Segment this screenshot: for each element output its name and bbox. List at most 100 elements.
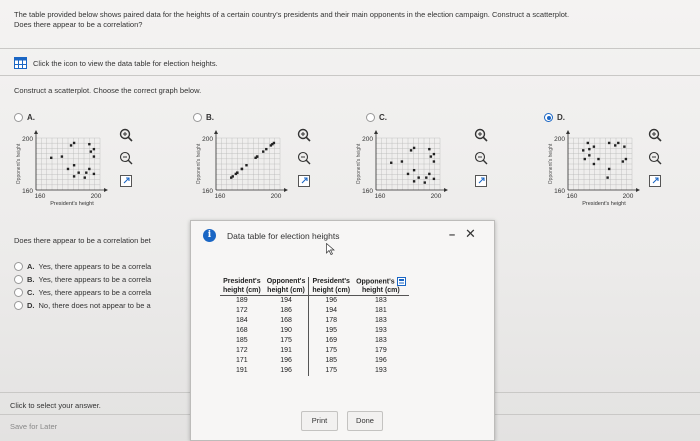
data-point [583, 157, 586, 161]
data-point [72, 175, 76, 178]
data-point [85, 171, 88, 174]
y-tick-label: 200 [202, 136, 213, 143]
x-axis-label: President's height [582, 201, 626, 207]
table-cell: 175 [263, 336, 310, 347]
graph-option-c[interactable]: C. [366, 113, 387, 122]
scatterplot-b: 200 160 160 200 Opponent's height [188, 128, 298, 216]
data-point [400, 160, 404, 163]
answer-option-c[interactable]: C. Yes, there appears to be a correla [14, 288, 199, 297]
option-letter: B. [206, 113, 214, 122]
data-point [69, 144, 73, 147]
y-axis-label: Opponent's height [16, 143, 22, 184]
table-row: 171 196 185 196 [220, 356, 409, 367]
table-cell: 196 [325, 297, 338, 305]
instruction-text: Construct a scatterplot. Choose the corr… [14, 86, 202, 95]
radio-button[interactable] [14, 301, 23, 310]
radio-button-selected[interactable] [544, 113, 553, 122]
option-letter: C. [379, 113, 387, 122]
answer-option-b[interactable]: B. Yes, there appears to be a correla [14, 275, 199, 284]
column-header: Opponent's [353, 277, 409, 286]
done-button[interactable]: Done [347, 411, 383, 431]
answer-option-d[interactable]: D. No, there does not appear to be a [14, 301, 199, 310]
x-tick-label: 200 [431, 193, 442, 200]
zoom-in-icon[interactable] [297, 128, 311, 142]
y-tick-label: 160 [22, 188, 33, 195]
table-cell: 193 [375, 367, 387, 375]
radio-button[interactable] [193, 113, 202, 122]
data-point [92, 147, 96, 151]
data-table-link[interactable]: Click the icon to view the data table fo… [14, 57, 218, 69]
zoom-out-icon[interactable] [648, 151, 662, 165]
zoom-out-icon[interactable] [297, 151, 311, 165]
answer-letter: A. [27, 262, 35, 271]
question-line-2: Does there appear to be a correlation? [14, 20, 143, 29]
answer-option-a[interactable]: A. Yes, there appears to be a correla [14, 262, 199, 271]
zoom-in-icon[interactable] [648, 128, 662, 142]
scatterplot-b-svg: 200160160 200Opponent's height [196, 130, 288, 200]
graph-option-b[interactable]: B. [193, 113, 214, 122]
graph-option-a[interactable]: A. [14, 113, 35, 122]
table-row: 172 191 175 179 [220, 346, 409, 357]
table-link-text[interactable]: Click the icon to view the data table fo… [33, 59, 218, 68]
y-tick-label: 160 [202, 188, 213, 195]
data-point [428, 147, 431, 151]
radio-button[interactable] [366, 113, 375, 122]
y-axis-label: Opponent's height [196, 143, 202, 184]
table-cell: 178 [325, 317, 338, 325]
data-point [617, 141, 620, 145]
zoom-in-icon[interactable] [119, 128, 133, 142]
data-point [262, 150, 265, 153]
info-icon: i [203, 229, 216, 242]
data-point [92, 172, 96, 176]
data-point [255, 155, 259, 158]
y-tick-label: 160 [554, 188, 565, 195]
table-cell: 195 [325, 327, 338, 335]
y-axis-label: Opponent's height [548, 143, 554, 184]
data-point [406, 172, 410, 176]
pop-out-icon[interactable] [119, 174, 133, 188]
pop-out-icon[interactable] [297, 174, 311, 188]
data-point [417, 176, 420, 179]
axis-arrow [374, 130, 378, 134]
column-header: height (cm) [220, 286, 264, 297]
data-point [88, 142, 91, 146]
data-point [588, 147, 591, 151]
axis-arrow [104, 188, 108, 192]
minimize-button[interactable]: – [449, 229, 455, 241]
save-for-later-button[interactable]: Save for Later [10, 422, 57, 431]
x-tick-label: 200 [271, 193, 282, 200]
data-point [60, 155, 64, 158]
x-tick-label: 160 [215, 193, 226, 200]
radio-button[interactable] [14, 275, 23, 284]
data-point [265, 147, 268, 151]
data-point [77, 171, 80, 174]
table-cell: 181 [375, 307, 387, 315]
data-point [607, 141, 611, 145]
data-point [606, 176, 609, 179]
zoom-in-icon[interactable] [474, 128, 488, 142]
radio-button[interactable] [14, 288, 23, 297]
zoom-out-icon[interactable] [474, 151, 488, 165]
close-button[interactable]: ✕ [465, 226, 476, 242]
axis-arrow [636, 188, 640, 192]
table-cell: 168 [236, 327, 248, 335]
print-button[interactable]: Print [301, 411, 338, 431]
table-cell: 193 [375, 327, 387, 335]
data-point [582, 149, 585, 152]
pop-out-icon[interactable] [474, 174, 488, 188]
graph-option-d[interactable]: D. [544, 113, 565, 122]
axis-arrow [566, 130, 570, 134]
pop-out-icon[interactable] [648, 174, 662, 188]
data-point [240, 167, 244, 171]
table-cell: 184 [236, 317, 248, 325]
copy-table-icon[interactable] [396, 277, 406, 286]
radio-button[interactable] [14, 113, 23, 122]
radio-button[interactable] [14, 262, 23, 271]
column-header: height (cm) [308, 286, 354, 297]
data-point [623, 145, 626, 148]
data-point [432, 177, 436, 181]
table-grid-icon[interactable] [14, 57, 27, 69]
scatterplot-c: 200 160 160 200 Opponent's height [348, 128, 458, 216]
zoom-out-icon[interactable] [119, 151, 133, 165]
axis-arrow [214, 130, 218, 134]
